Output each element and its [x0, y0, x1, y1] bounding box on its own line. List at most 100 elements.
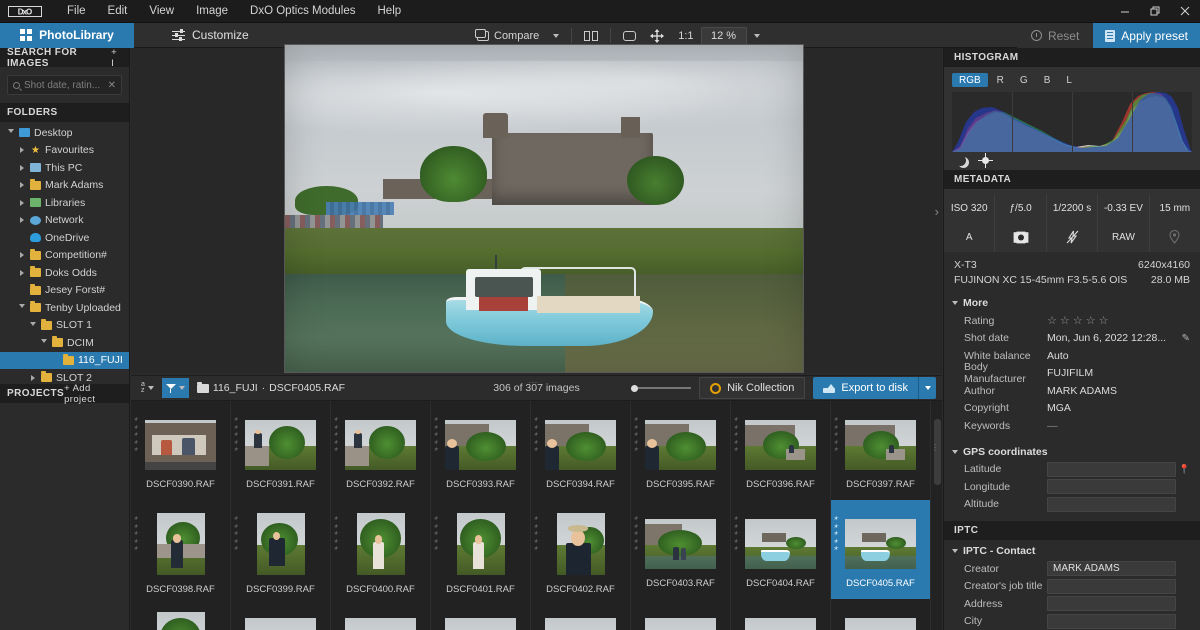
tab-photolibrary[interactable]: PhotoLibrary	[0, 22, 134, 48]
compare-button[interactable]: Compare	[470, 26, 546, 45]
tree-item-favourites[interactable]: ★ Favourites	[0, 142, 129, 160]
thumbnail-cell[interactable]: ★ ★ ★ ★ ★ DSCF0401.RAF	[431, 500, 531, 599]
compare-dropdown[interactable]	[546, 26, 566, 45]
thumbnail-rating-stars[interactable]: ★ ★ ★ ★ ★	[333, 516, 338, 552]
next-image-arrow[interactable]: ›	[935, 204, 939, 219]
iptc-creator-input[interactable]: MARK ADAMS	[1047, 561, 1176, 577]
tree-disclosure-arrow[interactable]	[17, 147, 26, 154]
thumbnail-image[interactable]	[745, 618, 816, 630]
thumbnail-rating-stars[interactable]: ★ ★ ★ ★ ★	[133, 417, 138, 453]
gps-altitude-input[interactable]	[1047, 496, 1176, 512]
more-section-toggle[interactable]: More	[944, 292, 1200, 312]
tree-disclosure-arrow[interactable]	[17, 252, 26, 259]
thumbnail-cell[interactable]: ★ ★ ★ ★ ★ DSCF0403.RAF	[631, 500, 731, 599]
pan-tool-button[interactable]	[643, 26, 671, 45]
thumbnail-cell[interactable]	[231, 599, 331, 630]
thumbnail-cell[interactable]: ★ ★ ★ ★ ★ DSCF0400.RAF	[331, 500, 431, 599]
tree-disclosure-arrow[interactable]	[17, 182, 26, 189]
thumbnail-image[interactable]	[556, 513, 605, 575]
clear-search-icon[interactable]: ✕	[108, 80, 116, 91]
thumbnail-image[interactable]	[745, 519, 816, 569]
thumbnail-size-slider[interactable]	[631, 383, 692, 393]
tree-disclosure-arrow[interactable]	[28, 374, 37, 381]
image-viewer[interactable]: ›	[131, 44, 942, 373]
thumbnail-image[interactable]	[445, 420, 516, 470]
thumbnail-image[interactable]	[845, 618, 916, 630]
thumbnail-image[interactable]	[245, 420, 316, 470]
thumbnail-image[interactable]	[845, 420, 916, 470]
thumbnail-rating-stars[interactable]: ★ ★ ★ ★ ★	[633, 516, 638, 552]
tree-item-tenby-uploaded[interactable]: Tenby Uploaded	[0, 299, 129, 317]
zoom-dropdown[interactable]	[747, 26, 767, 45]
tree-item-this-pc[interactable]: This PC	[0, 159, 129, 177]
sort-button[interactable]: az	[137, 378, 158, 398]
thumbnail-rating-stars[interactable]: ★ ★ ★ ★ ★	[633, 417, 638, 453]
thumbnail-rating-stars[interactable]: ★ ★ ★ ★ ★	[733, 516, 738, 552]
thumbnail-rating-stars[interactable]: ★ ★ ★ ★ ★	[433, 417, 438, 453]
apply-preset-button[interactable]: Apply preset	[1093, 23, 1200, 48]
tree-disclosure-arrow[interactable]	[6, 129, 15, 136]
nik-collection-button[interactable]: Nik Collection	[699, 377, 806, 399]
gps-longitude-input[interactable]	[1047, 479, 1176, 495]
thumbnail-cell[interactable]	[331, 599, 431, 630]
thumbnail-cell[interactable]: ★ ★ ★ ★ ★ DSCF0391.RAF	[231, 401, 331, 500]
maximize-button[interactable]	[1140, 0, 1170, 23]
thumbnail-image[interactable]	[845, 519, 916, 569]
menu-edit[interactable]: Edit	[97, 0, 139, 23]
thumbnail-cell[interactable]	[831, 599, 931, 630]
metadata-value[interactable]: Mon, Jun 6, 2022 12:28...	[1047, 332, 1166, 344]
tree-item-onedrive[interactable]: OneDrive	[0, 229, 129, 247]
tree-item-desktop[interactable]: Desktop	[0, 124, 129, 142]
thumbnail-rating-stars[interactable]: ★ ★ ★ ★ ★	[733, 417, 738, 453]
filmstrip-scrollbar[interactable]	[934, 419, 941, 485]
tree-item-network[interactable]: Network	[0, 212, 129, 230]
menu-view[interactable]: View	[138, 0, 185, 23]
thumbnail-rating-stars[interactable]: ★ ★ ★ ★ ★	[333, 417, 338, 453]
menu-help[interactable]: Help	[367, 0, 413, 23]
tree-item-116-fuji[interactable]: 116_FUJI	[0, 351, 129, 369]
close-button[interactable]	[1170, 0, 1200, 23]
minimize-button[interactable]	[1110, 0, 1140, 23]
gps-section-toggle[interactable]: GPS coordinates	[944, 441, 1200, 461]
thumbnail-cell[interactable]	[731, 599, 831, 630]
filmstrip-grid[interactable]: ⋮ ★ ★ ★ ★ ★ DSCF0390.RAF ★ ★ ★ ★ ★ DSCF0391.RAF ★ ★ ★ ★…	[131, 401, 942, 630]
search-box[interactable]: ✕	[7, 75, 122, 95]
thumbnail-cell[interactable]	[631, 599, 731, 630]
tree-item-mark-adams[interactable]: Mark Adams	[0, 177, 129, 195]
thumbnail-image[interactable]	[545, 618, 616, 630]
histogram-channel-g[interactable]: G	[1013, 73, 1035, 87]
thumbnail-rating-stars[interactable]: ★ ★ ★ ★ ★	[533, 516, 538, 552]
thumbnail-image[interactable]	[345, 420, 416, 470]
tree-disclosure-arrow[interactable]	[17, 217, 26, 224]
thumbnail-cell[interactable]	[531, 599, 631, 630]
menu-file[interactable]: File	[56, 0, 97, 23]
histogram-channel-b[interactable]: B	[1037, 73, 1058, 87]
thumbnail-image[interactable]	[145, 420, 216, 470]
thumbnail-image[interactable]	[245, 618, 316, 630]
thumbnail-cell[interactable]: ★ ★ ★ ★ ★ DSCF0395.RAF	[631, 401, 731, 500]
reset-button[interactable]: Reset	[1016, 23, 1094, 48]
tree-disclosure-arrow[interactable]	[17, 199, 26, 206]
thumbnail-cell[interactable]: ★ ★ ★ ★ ★ DSCF0390.RAF	[131, 401, 231, 500]
breadcrumb-folder[interactable]: 116_FUJI	[213, 382, 258, 394]
thumbnail-cell[interactable]: ★ ★ ★ ★ ★ DSCF0404.RAF	[731, 500, 831, 599]
filmstrip-grip[interactable]: ⋮	[931, 443, 939, 452]
thumbnail-cell[interactable]: ★ ★ ★ ★ ★ DSCF0405.RAF	[831, 500, 931, 599]
thumbnail-image[interactable]	[356, 513, 405, 575]
menu-image[interactable]: Image	[185, 0, 239, 23]
thumbnail-image[interactable]	[456, 513, 505, 575]
tree-item-dcim[interactable]: DCIM	[0, 334, 129, 352]
thumbnail-cell[interactable]: ★ ★ ★ ★ ★ DSCF0402.RAF	[531, 500, 631, 599]
zoom-1to1-button[interactable]: 1:1	[671, 26, 700, 45]
thumbnail-cell[interactable]: ★ ★ ★ ★ ★ DSCF0394.RAF	[531, 401, 631, 500]
iptc-address-input[interactable]	[1047, 596, 1176, 612]
thumbnail-image[interactable]	[645, 519, 716, 569]
thumbnail-image[interactable]	[345, 618, 416, 630]
tree-item-slot-1[interactable]: SLOT 1	[0, 317, 129, 335]
slider-knob[interactable]	[631, 384, 639, 392]
search-input[interactable]	[24, 79, 104, 91]
map-pin-icon[interactable]: 📍	[1179, 464, 1190, 475]
thumbnail-rating-stars[interactable]: ★ ★ ★ ★ ★	[233, 417, 238, 453]
tree-item-jesey-forst[interactable]: Jesey Forst#	[0, 282, 129, 300]
tree-disclosure-arrow[interactable]	[39, 339, 48, 346]
